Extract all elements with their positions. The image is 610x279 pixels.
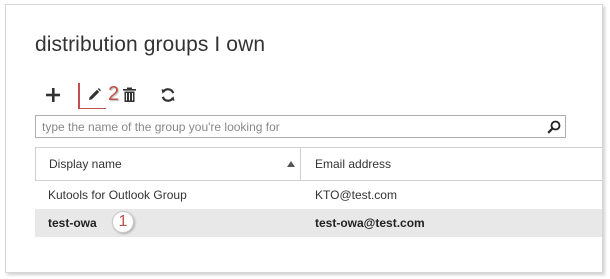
search-box bbox=[35, 115, 566, 138]
table-header: Display name Email address bbox=[35, 147, 602, 181]
table-row[interactable]: Kutools for Outlook Group KTO@test.com bbox=[35, 181, 602, 209]
plus-icon bbox=[46, 88, 60, 102]
delete-button[interactable] bbox=[118, 83, 140, 107]
cell-display-name: test-owa 1 bbox=[35, 211, 301, 233]
table-row-selected[interactable]: test-owa 1 test-owa@test.com bbox=[35, 209, 602, 237]
column-header-display-name[interactable]: Display name bbox=[35, 148, 301, 180]
cell-email-address: KTO@test.com bbox=[315, 188, 397, 202]
refresh-icon bbox=[161, 88, 175, 102]
distribution-groups-panel: distribution groups I own 2 type the nam… bbox=[5, 4, 603, 273]
search-icon bbox=[547, 120, 561, 134]
add-button[interactable] bbox=[42, 83, 64, 107]
search-input[interactable] bbox=[36, 116, 543, 137]
toolbar: 2 bbox=[42, 83, 202, 109]
cell-email-address: test-owa@test.com bbox=[315, 216, 425, 230]
page-title: distribution groups I own bbox=[35, 33, 266, 56]
cell-display-name: Kutools for Outlook Group bbox=[48, 188, 187, 202]
sort-ascending-icon bbox=[287, 161, 295, 167]
edit-button[interactable] bbox=[79, 83, 109, 107]
groups-table: Display name Email address Kutools for O… bbox=[35, 147, 602, 237]
pencil-icon bbox=[89, 88, 101, 100]
refresh-button[interactable] bbox=[157, 83, 179, 107]
callout-number-row: 1 bbox=[112, 211, 134, 233]
search-button[interactable] bbox=[543, 116, 565, 137]
trash-icon bbox=[122, 87, 136, 102]
column-header-email-address[interactable]: Email address bbox=[301, 148, 602, 180]
